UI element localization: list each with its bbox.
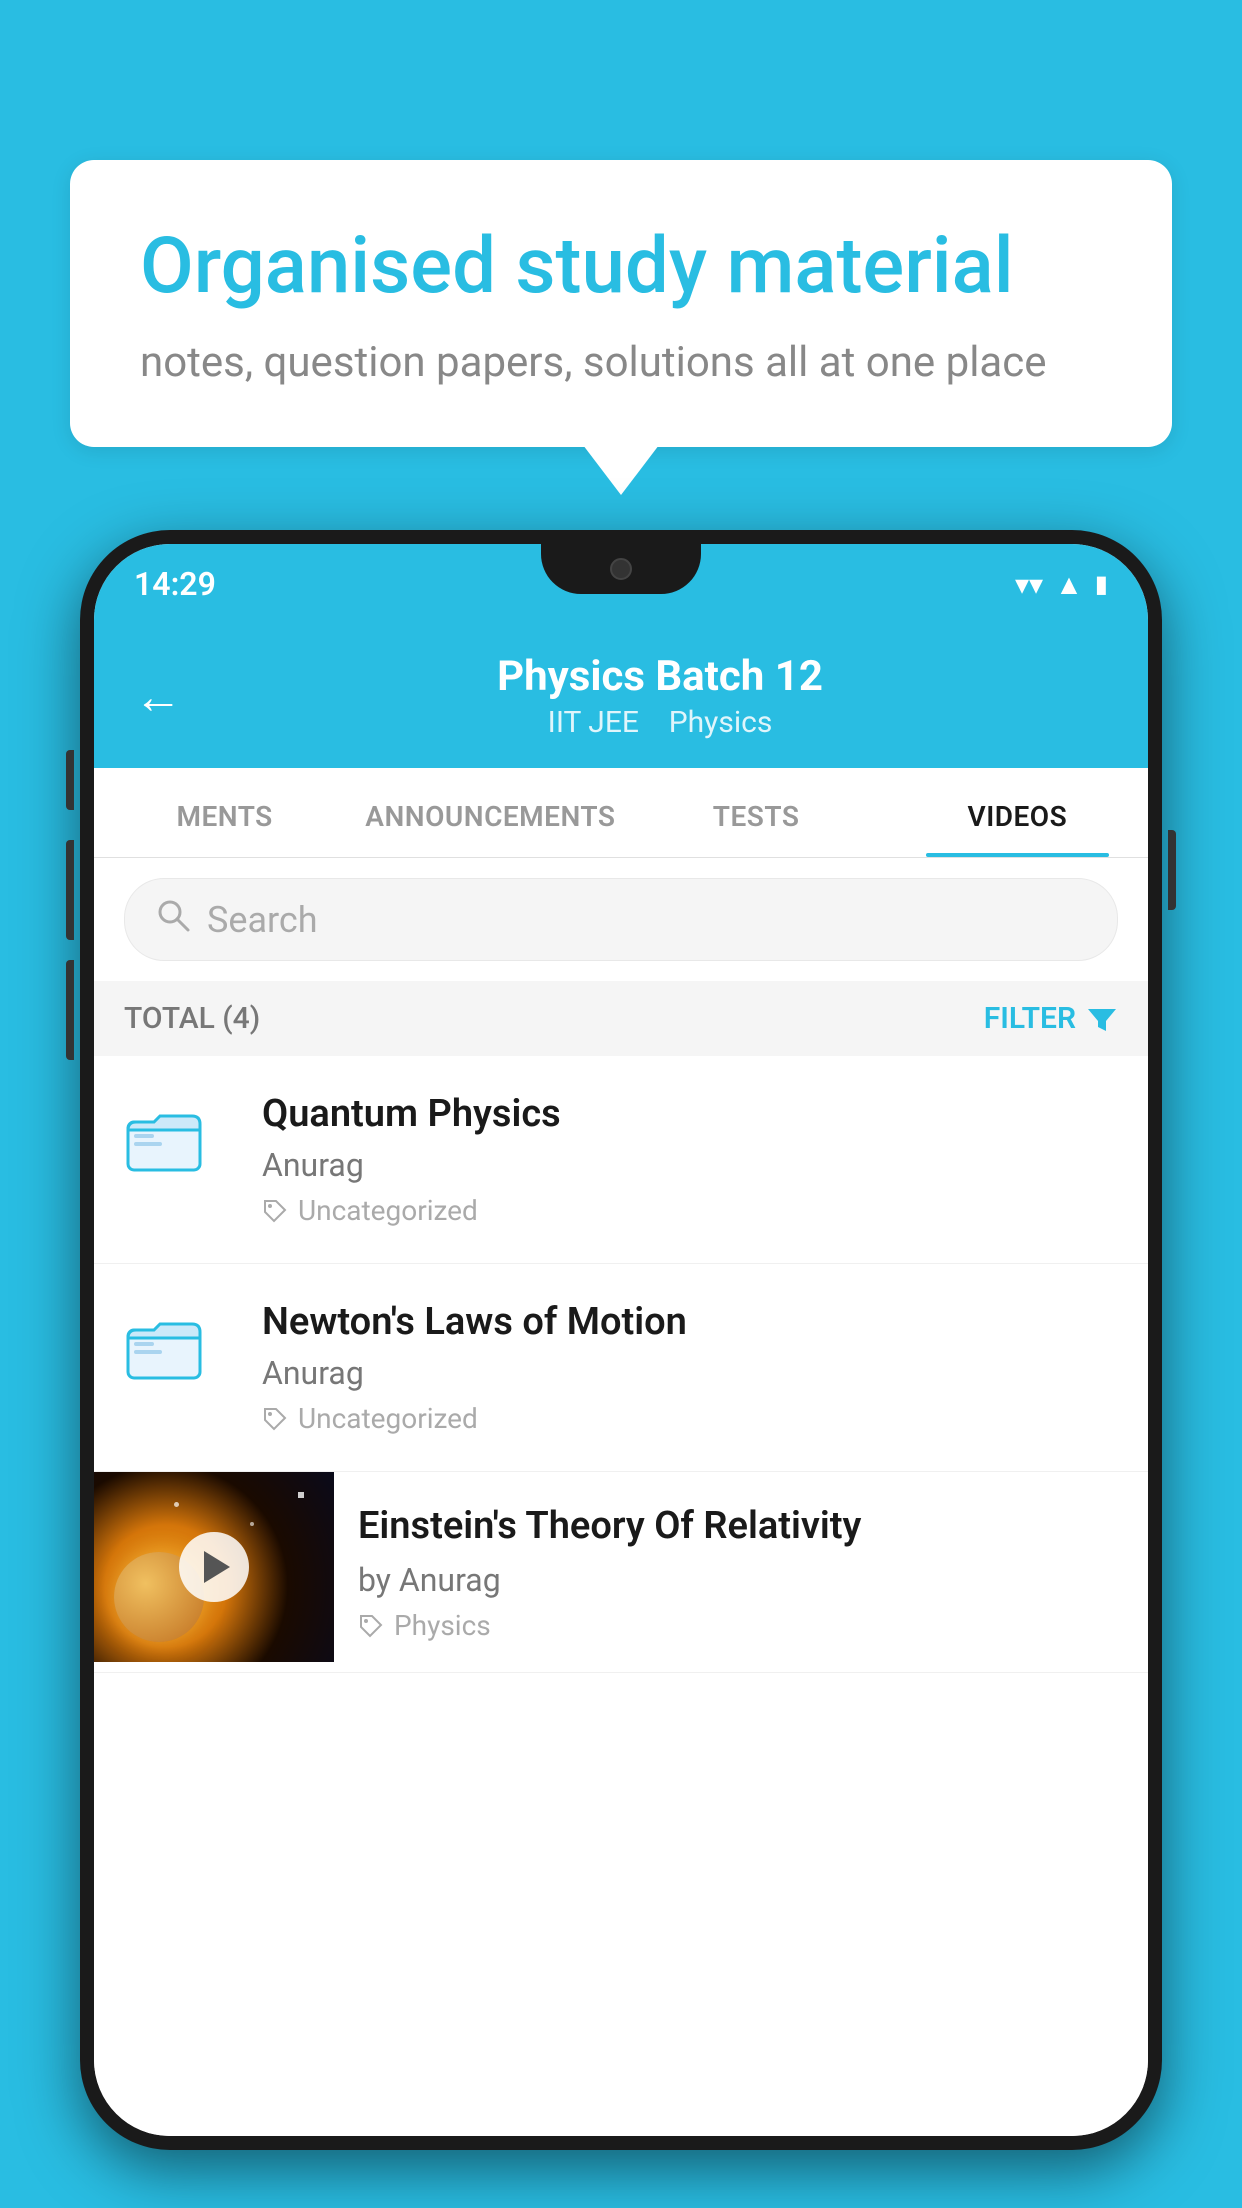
battery-icon: ▮ xyxy=(1095,570,1108,598)
search-bar[interactable]: Search xyxy=(124,878,1118,961)
phone-side-button-right xyxy=(1168,830,1176,910)
search-placeholder: Search xyxy=(207,899,318,941)
item-author: by Anurag xyxy=(358,1561,1124,1599)
tabs-bar: MENTS ANNOUNCEMENTS TESTS VIDEOS xyxy=(94,768,1148,858)
star xyxy=(174,1502,179,1507)
thumbnail-content: Einstein's Theory Of Relativity by Anura… xyxy=(334,1472,1148,1672)
phone-container: 14:29 ▾▾ ▲ ▮ ← Physics Batch 12 IIT JEE xyxy=(80,530,1162,2208)
status-icons: ▾▾ ▲ ▮ xyxy=(1015,568,1108,601)
tag-label: Uncategorized xyxy=(298,1194,478,1227)
header-subtitle-physics: Physics xyxy=(669,705,773,740)
back-button[interactable]: ← xyxy=(134,668,182,725)
phone-side-button-left-3 xyxy=(66,960,74,1060)
content-list: Quantum Physics Anurag Uncategorized xyxy=(94,1056,1148,2136)
phone-side-button-left-2 xyxy=(66,840,74,940)
header-title-area: Physics Batch 12 IIT JEE Physics xyxy=(212,652,1108,740)
item-title: Newton's Laws of Motion xyxy=(262,1300,1118,1344)
status-time: 14:29 xyxy=(134,565,216,603)
notch xyxy=(541,544,701,594)
item-icon-area xyxy=(124,1306,234,1390)
tag-label: Physics xyxy=(394,1609,491,1642)
camera-dot xyxy=(610,558,632,580)
phone-side-button-left-1 xyxy=(66,750,74,810)
item-author: Anurag xyxy=(262,1146,1118,1184)
item-content: Newton's Laws of Motion Anurag Uncategor… xyxy=(262,1300,1118,1435)
header-subtitle: IIT JEE Physics xyxy=(212,705,1108,740)
item-tag: Uncategorized xyxy=(262,1402,1118,1435)
item-author: Anurag xyxy=(262,1354,1118,1392)
header-title: Physics Batch 12 xyxy=(212,652,1108,701)
phone-screen: 14:29 ▾▾ ▲ ▮ ← Physics Batch 12 IIT JEE xyxy=(94,544,1148,2136)
header-subtitle-iitjee: IIT JEE xyxy=(548,705,639,740)
total-count: TOTAL (4) xyxy=(124,1001,260,1036)
list-item[interactable]: Newton's Laws of Motion Anurag Uncategor… xyxy=(94,1264,1148,1472)
item-title: Quantum Physics xyxy=(262,1092,1118,1136)
item-icon-area xyxy=(124,1098,234,1182)
folder-icon xyxy=(124,1098,204,1178)
tag-label: Uncategorized xyxy=(298,1402,478,1435)
filter-icon xyxy=(1086,1003,1118,1035)
tag-icon xyxy=(358,1613,384,1639)
tag-icon xyxy=(262,1406,288,1432)
star xyxy=(250,1522,254,1526)
signal-icon: ▲ xyxy=(1055,568,1083,601)
phone-outer: 14:29 ▾▾ ▲ ▮ ← Physics Batch 12 IIT JEE xyxy=(80,530,1162,2150)
speech-bubble-container: Organised study material notes, question… xyxy=(70,160,1172,447)
item-tag: Uncategorized xyxy=(262,1194,1118,1227)
play-triangle-icon xyxy=(204,1551,230,1583)
tag-icon xyxy=(262,1198,288,1224)
filter-label: FILTER xyxy=(984,1001,1076,1036)
filter-button[interactable]: FILTER xyxy=(984,1001,1118,1036)
tab-announcements[interactable]: ANNOUNCEMENTS xyxy=(355,768,625,857)
search-container: Search xyxy=(94,858,1148,981)
list-item[interactable]: Einstein's Theory Of Relativity by Anura… xyxy=(94,1472,1148,1673)
filter-bar: TOTAL (4) FILTER xyxy=(94,981,1148,1056)
thumbnail-area xyxy=(94,1472,334,1662)
item-content: Quantum Physics Anurag Uncategorized xyxy=(262,1092,1118,1227)
list-item[interactable]: Quantum Physics Anurag Uncategorized xyxy=(94,1056,1148,1264)
folder-icon xyxy=(124,1306,204,1386)
item-title: Einstein's Theory Of Relativity xyxy=(358,1502,1124,1551)
speech-bubble-title: Organised study material xyxy=(140,220,1102,314)
star xyxy=(298,1492,304,1498)
speech-bubble-subtitle: notes, question papers, solutions all at… xyxy=(140,338,1102,387)
play-button[interactable] xyxy=(179,1532,249,1602)
tab-videos[interactable]: VIDEOS xyxy=(887,768,1148,857)
speech-bubble: Organised study material notes, question… xyxy=(70,160,1172,447)
app-header: ← Physics Batch 12 IIT JEE Physics xyxy=(94,624,1148,768)
tab-ments[interactable]: MENTS xyxy=(94,768,355,857)
status-bar: 14:29 ▾▾ ▲ ▮ xyxy=(94,544,1148,624)
tab-tests[interactable]: TESTS xyxy=(625,768,886,857)
item-tag: Physics xyxy=(358,1609,1124,1642)
wifi-icon: ▾▾ xyxy=(1015,568,1043,601)
search-icon xyxy=(155,897,191,942)
